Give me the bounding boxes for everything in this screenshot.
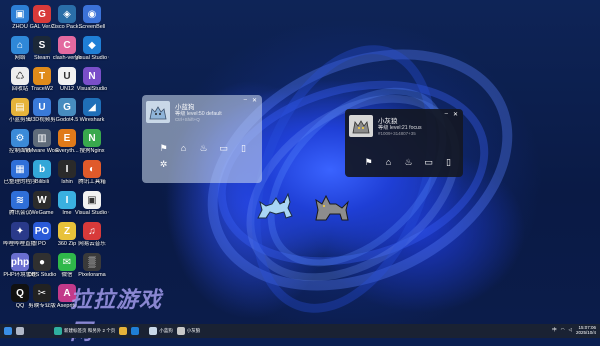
- desktop-shortcut-label: Wireshark: [79, 117, 105, 123]
- desktop-icon-grid: ▣ ZHOU G GAL Ver.2 ◈ Cisco Pack... ◉ ScreenBell…: [0, 0, 109, 324]
- ime-indicator[interactable]: 中: [552, 327, 557, 333]
- book-icon[interactable]: ▭: [218, 143, 229, 154]
- vscode-workspace-icon: ▣: [83, 191, 101, 209]
- ime-icon: I: [58, 191, 76, 209]
- close-button[interactable]: ✕: [453, 111, 458, 118]
- obs-icon: ●: [33, 253, 51, 271]
- steam-icon: S: [33, 36, 51, 54]
- settings-gear-icon[interactable]: ✲: [158, 159, 169, 170]
- gal-icon: G: [33, 5, 51, 23]
- minimize-button[interactable]: –: [244, 97, 247, 104]
- wegame-icon: W: [33, 191, 51, 209]
- netease-music-icon: ♫: [83, 222, 101, 240]
- dog-task-icon: [149, 327, 158, 335]
- desktop-shortcut[interactable]: ◐ 腾讯工具箱: [75, 160, 109, 185]
- taskbar: 新建标签页 和另外 2 个页 小蓝狗 小灰狼 中 ◠ ◁ 15:07:06 2025…: [0, 324, 600, 338]
- volume-icon[interactable]: ◁: [569, 327, 572, 333]
- minimize-button[interactable]: –: [445, 111, 448, 118]
- visualstudio-icon: N: [83, 67, 101, 85]
- phone-icon[interactable]: ▯: [443, 157, 454, 168]
- desktop-shortcut[interactable]: ◆Visual Studio Code: [75, 36, 109, 61]
- wolf-task-icon: [176, 327, 185, 335]
- toolbox-icon: ◐: [83, 160, 101, 178]
- bilibili-icon: b: [33, 160, 51, 178]
- wechat-icon: ✉: [58, 253, 76, 271]
- desktop-shortcut[interactable]: ♫ 网易云音乐: [75, 222, 109, 247]
- clash-icon: C: [58, 36, 76, 54]
- aseprite-icon: A: [58, 284, 76, 302]
- everything-icon: E: [58, 129, 76, 147]
- taskbar-button[interactable]: [16, 326, 24, 336]
- system-tray: 中 ◠ ◁ 15:07:06 2025/10/4: [552, 325, 596, 335]
- un12-icon: U: [58, 67, 76, 85]
- pet-meta: #1009+314807+35: [378, 131, 416, 136]
- nginx-icon: N: [83, 129, 101, 147]
- cisco-icon: ◈: [58, 5, 76, 23]
- wifi-icon[interactable]: ◠: [561, 327, 565, 333]
- godot-icon: G: [58, 98, 76, 116]
- desktop-shortcut-label: 网易云音乐: [78, 241, 106, 247]
- edge-icon: [54, 327, 62, 335]
- desktop-shortcut-label: Visual Studio Code wor...: [75, 210, 109, 216]
- desktop-shortcut[interactable]: ▒ Pixelorama: [75, 253, 109, 278]
- desktop-shortcut[interactable]: N VisualStudio: [75, 67, 109, 92]
- taskbar-label: 小灰狼: [186, 328, 201, 333]
- screenbell-icon: ◉: [83, 5, 101, 23]
- pet-status: 等级 level:50 default: [175, 111, 222, 117]
- taskbar-button[interactable]: [119, 326, 128, 336]
- desktop-shortcut-label: VisualStudio: [76, 86, 108, 92]
- vmware-icon: ▥: [33, 129, 51, 147]
- clock-date: 2025/10/4: [575, 330, 596, 335]
- book-icon[interactable]: ▭: [423, 157, 434, 168]
- phone-icon[interactable]: ▯: [238, 143, 249, 154]
- zip-icon: Z: [58, 222, 76, 240]
- desktop-shortcut-label: ScreenBell: [78, 24, 106, 30]
- taskbar-button[interactable]: 小蓝狗: [149, 326, 173, 336]
- files-icon: [119, 327, 128, 335]
- desktop-shortcut-label: Aseprite: [56, 303, 78, 309]
- feed-icon[interactable]: ♨: [198, 143, 209, 154]
- grey-wolf-pet[interactable]: [312, 190, 352, 224]
- desktop-shortcut-label: 搜狗Nginx: [79, 148, 105, 154]
- pet-status: 等级 level:21 focus: [378, 125, 422, 131]
- grey-wolf-avatar: [349, 115, 373, 137]
- taskbar-button[interactable]: 小灰狼: [176, 326, 201, 336]
- taskbar-button[interactable]: [131, 326, 140, 336]
- start-icon: [4, 327, 12, 335]
- desktop-shortcut-label: 腾讯工具箱: [78, 179, 106, 185]
- desktop-shortcut-label: Visual Studio Code: [75, 55, 109, 61]
- taskbar-button[interactable]: 新建标签页 和另外 2 个页: [54, 326, 115, 336]
- desktop-shortcut[interactable]: N 搜狗Nginx: [75, 129, 109, 154]
- u3d-icon: U: [33, 98, 51, 116]
- vscode-icon: ◆: [83, 36, 101, 54]
- blue-dog-pet[interactable]: [254, 188, 298, 222]
- pet-meta: Ctrl+Shift+Q: [175, 117, 200, 122]
- desktop-shortcut[interactable]: ◢ Wireshark: [75, 98, 109, 123]
- ishin-icon: I: [58, 160, 76, 178]
- clock[interactable]: 15:07:06 2025/10/4: [576, 325, 596, 335]
- flag-icon[interactable]: ⚑: [158, 143, 169, 154]
- desktop-shortcut-label: Pixelorama: [78, 272, 106, 278]
- blue-dog-avatar: [146, 101, 170, 123]
- vscode-task-icon: [131, 327, 140, 335]
- wireshark-icon: ◢: [83, 98, 101, 116]
- taskbar-label: 小蓝狗: [159, 328, 173, 333]
- flag-icon[interactable]: ⚑: [363, 157, 374, 168]
- home-icon[interactable]: ⌂: [178, 143, 189, 154]
- trace-icon: T: [33, 67, 51, 85]
- pet-panel-blue-dog: 小蓝狗 等级 level:50 default Ctrl+Shift+Q – ✕…: [142, 95, 262, 183]
- desktop-shortcut[interactable]: ▣Visual Studio Code wor...: [75, 191, 109, 216]
- feed-icon[interactable]: ♨: [403, 157, 414, 168]
- taskbar-label: 新建标签页 和另外 2 个页: [64, 328, 116, 333]
- desktop-shortcut[interactable]: A Aseprite: [50, 284, 84, 309]
- home-icon[interactable]: ⌂: [383, 157, 394, 168]
- taskbar-button[interactable]: [4, 326, 12, 336]
- desktop-shortcut[interactable]: ◉ ScreenBell: [75, 5, 109, 30]
- po-icon: PO: [33, 222, 51, 240]
- close-button[interactable]: ✕: [252, 97, 257, 104]
- pixelorama-icon: ▒: [83, 253, 101, 271]
- search-icon: [16, 327, 24, 335]
- capcut-icon: ✂: [33, 284, 51, 302]
- pet-panel-grey-wolf: 小灰狼 等级 level:21 focus #1009+314807+35 – …: [345, 109, 463, 177]
